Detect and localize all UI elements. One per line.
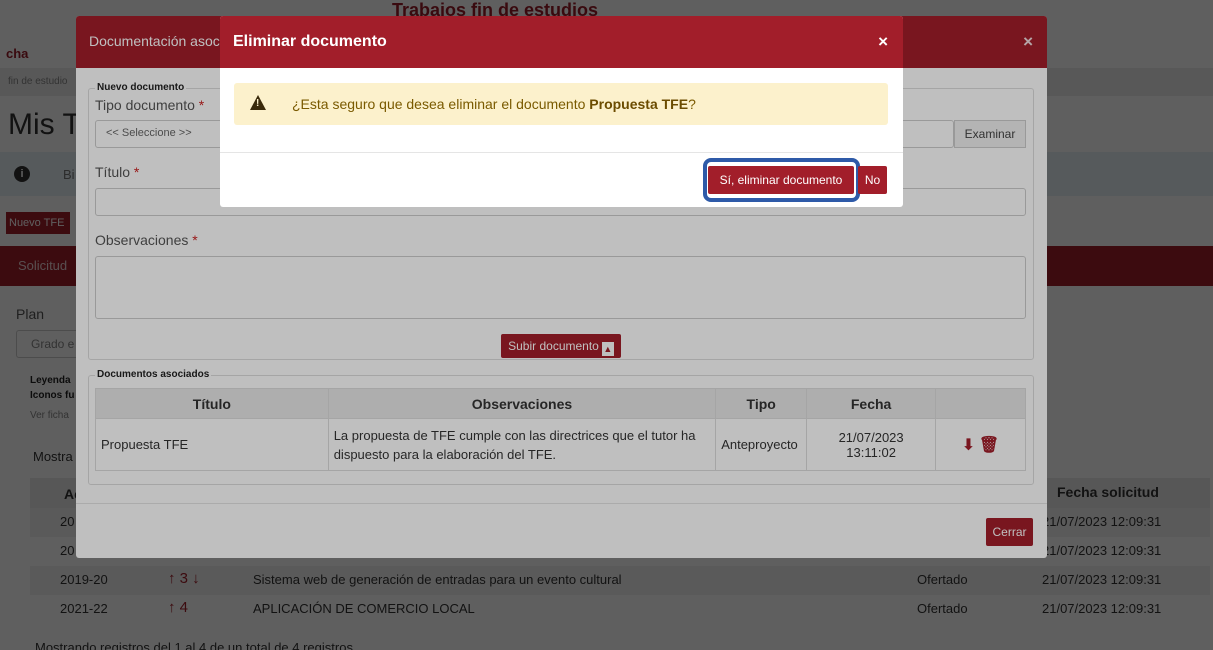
warning-icon [250, 95, 266, 110]
cancel-button[interactable]: No [858, 166, 887, 194]
modal-header: Eliminar documento × [220, 16, 903, 68]
confirm-delete-button[interactable]: Sí, eliminar documento [708, 166, 854, 194]
modal-title: Eliminar documento [233, 33, 387, 50]
warning-alert: ¿Esta seguro que desea eliminar el docum… [234, 83, 888, 125]
warning-message: ¿Esta seguro que desea eliminar el docum… [292, 96, 696, 112]
modal-footer-divider [220, 152, 903, 153]
close-icon[interactable]: × [878, 32, 888, 52]
delete-confirm-modal: Eliminar documento × ¿Esta seguro que de… [220, 16, 903, 207]
